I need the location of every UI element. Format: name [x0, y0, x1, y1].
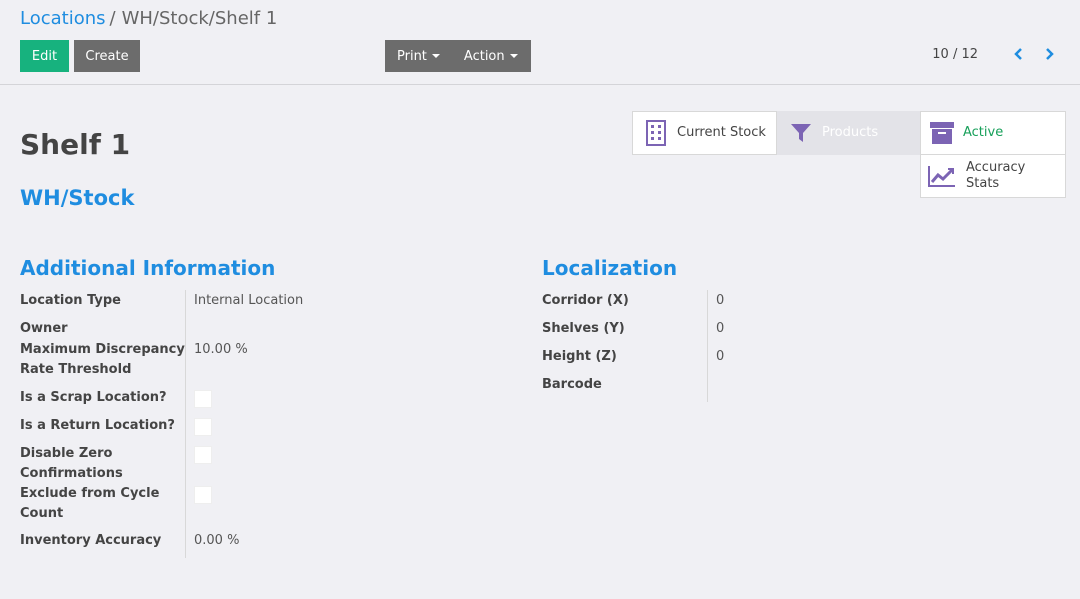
print-dropdown[interactable]: Print [385, 40, 452, 72]
field-row: Inventory Accuracy 0.00 % [20, 531, 500, 558]
control-panel: Locations / WH/Stock/Shelf 1 Edit Create P… [0, 0, 1080, 85]
breadcrumb: Locations / WH/Stock/Shelf 1 [20, 8, 277, 29]
scrap-location-checkbox[interactable] [194, 390, 212, 408]
shelves-value: 0 [716, 321, 725, 336]
height-label: Height (Z) [542, 346, 708, 374]
chevron-right-icon [1046, 48, 1054, 60]
accuracy-stats-label: Accuracy Stats [966, 160, 1025, 192]
current-stock-label: Current Stock [677, 125, 766, 140]
max-discrepancy-label: Maximum Discrepancy Rate Threshold [20, 339, 186, 387]
field-row: Shelves (Y) 0 [542, 318, 1022, 346]
location-type-value: Internal Location [194, 293, 304, 308]
field-row: Disable Zero Confirmations [20, 443, 500, 484]
active-toggle-button[interactable]: Active [920, 111, 1066, 155]
area-chart-icon [926, 163, 958, 189]
field-row: Owner [20, 318, 500, 339]
height-value: 0 [716, 349, 725, 364]
print-label: Print [397, 48, 427, 64]
create-button[interactable]: Create [74, 40, 140, 72]
edit-button[interactable]: Edit [20, 40, 69, 72]
owner-value [186, 318, 194, 339]
location-type-label: Location Type [20, 290, 186, 318]
current-stock-button[interactable]: Current Stock [632, 111, 777, 155]
disable-zero-confirmations-label: Disable Zero Confirmations [20, 443, 186, 484]
inventory-accuracy-value: 0.00 % [194, 533, 240, 548]
accuracy-stats-button[interactable]: Accuracy Stats [920, 154, 1066, 198]
localization-group: Corridor (X) 0 Shelves (Y) 0 Height (Z) … [542, 290, 1022, 402]
return-location-label: Is a Return Location? [20, 415, 186, 443]
pager-previous-button[interactable] [1008, 44, 1028, 64]
field-row: Height (Z) 0 [542, 346, 1022, 374]
field-row: Is a Scrap Location? [20, 387, 500, 415]
filter-icon [788, 120, 814, 146]
active-label: Active [963, 125, 1004, 140]
caret-down-icon [509, 54, 518, 58]
localization-heading: Localization [542, 256, 678, 280]
record-title: Shelf 1 [20, 128, 131, 161]
field-row: Corridor (X) 0 [542, 290, 1022, 318]
return-location-checkbox[interactable] [194, 418, 212, 436]
pager-value[interactable]: 10 / 12 [932, 47, 978, 62]
action-label: Action [463, 48, 505, 64]
building-icon [643, 120, 669, 146]
field-row: Maximum Discrepancy Rate Threshold 10.00… [20, 339, 500, 387]
barcode-value [708, 374, 716, 402]
corridor-label: Corridor (X) [542, 290, 708, 318]
owner-label: Owner [20, 318, 186, 339]
pager-next-button[interactable] [1040, 44, 1060, 64]
additional-information-heading: Additional Information [20, 256, 276, 280]
action-dropdown[interactable]: Action [452, 40, 530, 72]
shelves-label: Shelves (Y) [542, 318, 708, 346]
exclude-cycle-count-label: Exclude from Cycle Count [20, 484, 186, 531]
accuracy-label-line2: Stats [966, 176, 1000, 191]
field-row: Barcode [542, 374, 1022, 402]
parent-location-link[interactable]: WH/Stock [20, 186, 134, 210]
corridor-value: 0 [716, 293, 725, 308]
field-row: Exclude from Cycle Count [20, 484, 500, 531]
chevron-left-icon [1014, 48, 1022, 60]
additional-information-group: Location Type Internal Location Owner Ma… [20, 290, 500, 558]
accuracy-label-line1: Accuracy [966, 160, 1026, 175]
caret-down-icon [431, 54, 440, 58]
disable-zero-confirmations-checkbox[interactable] [194, 446, 212, 464]
print-action-group: Print Action [385, 40, 531, 72]
products-label: Products [822, 125, 879, 140]
breadcrumb-current: WH/Stock/Shelf 1 [121, 8, 278, 29]
exclude-cycle-count-checkbox[interactable] [194, 486, 212, 504]
breadcrumb-locations-link[interactable]: Locations [20, 8, 106, 29]
breadcrumb-separator: / [109, 8, 116, 29]
max-discrepancy-value: 10.00 % [194, 342, 248, 357]
field-row: Is a Return Location? [20, 415, 500, 443]
pager: 10 / 12 [932, 44, 1060, 64]
scrap-location-label: Is a Scrap Location? [20, 387, 186, 415]
field-row: Location Type Internal Location [20, 290, 500, 318]
inventory-accuracy-label: Inventory Accuracy [20, 531, 186, 558]
barcode-label: Barcode [542, 374, 708, 402]
products-button[interactable]: Products [777, 111, 921, 155]
archive-icon [929, 120, 955, 146]
